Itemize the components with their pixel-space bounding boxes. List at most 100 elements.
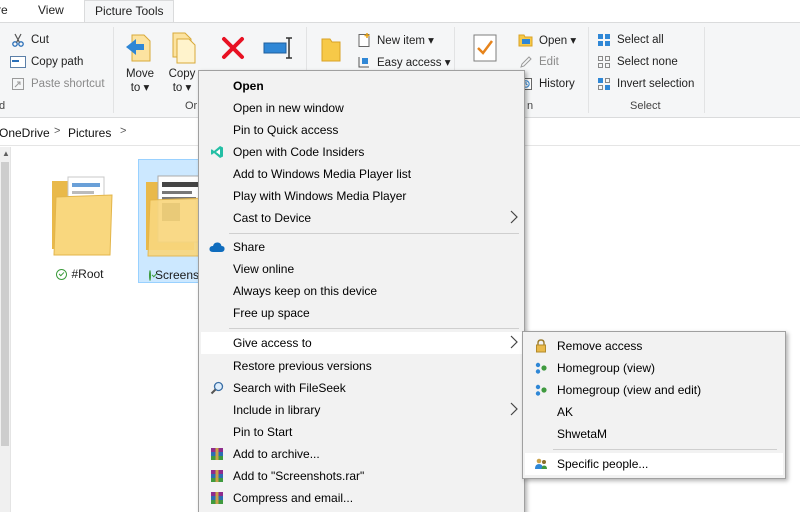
organize-group-label: Or [185,100,198,112]
submenu-item-user-ak[interactable]: AK [525,401,783,423]
tab-share[interactable]: re [0,3,8,17]
winrar-icon [209,446,225,462]
clipboard-group-label: d [0,100,6,112]
invert-selection-icon [596,76,612,92]
easy-access-button[interactable]: Easy access ▾ [356,52,451,72]
menu-item-play-with-wmp[interactable]: Play with Windows Media Player [201,185,522,207]
vertical-scrollbar[interactable]: ▲ [0,147,11,512]
properties-button[interactable] [470,33,500,66]
menu-item-view-online[interactable]: View online [201,258,522,280]
menu-item-label: Always keep on this device [233,284,378,298]
submenu-item-user-shwetam[interactable]: ShwetaM [525,423,783,445]
menu-item-free-up-space[interactable]: Free up space [201,302,522,324]
new-folder-button[interactable] [318,35,344,66]
menu-item-always-keep-on-device[interactable]: Always keep on this device [201,280,522,302]
menu-item-give-access-to[interactable]: Give access to [201,332,522,354]
menu-item-add-to-wmp-list[interactable]: Add to Windows Media Player list [201,163,522,185]
scroll-up-icon[interactable]: ▲ [2,149,10,158]
menu-item-pin-to-quick-access[interactable]: Pin to Quick access [201,119,522,141]
submenu-item-homegroup-view[interactable]: Homegroup (view) [525,357,783,379]
copy-to-label: Copy [168,68,196,80]
menu-item-label: Remove access [557,339,643,353]
menu-item-label: Pin to Quick access [233,123,339,137]
breadcrumb-onedrive[interactable]: OneDrive [0,126,50,140]
new-item-button[interactable]: New item ▾ [356,30,434,50]
menu-item-label: Play with Windows Media Player [233,189,407,203]
copy-to-button[interactable]: Copy to ▾ [164,31,200,94]
copy-to-label-2: to ▾ [172,82,192,94]
submenu-arrow-icon [510,402,518,419]
paste-shortcut-button[interactable]: Paste shortcut [10,74,105,94]
paste-shortcut-icon [10,76,26,92]
menu-item-include-in-library[interactable]: Include in library [201,399,522,421]
folder-item[interactable]: #Root [44,159,116,283]
select-none-button[interactable]: Select none [596,52,678,72]
menu-item-open-with-code-insiders[interactable]: Open with Code Insiders [201,141,522,163]
easy-access-icon [356,54,372,70]
menu-item-label: Cast to Device [233,211,312,225]
submenu-item-specific-people[interactable]: Specific people... [525,453,783,475]
tab-picture-tools[interactable]: Picture Tools [84,0,175,22]
menu-item-add-to-archive[interactable]: Add to archive... [201,443,522,465]
menu-item-label: Homegroup (view) [557,361,656,375]
homegroup-icon [533,382,549,398]
menu-item-open-in-new-window[interactable]: Open in new window [201,97,522,119]
select-none-icon [596,54,612,70]
submenu-arrow-icon [510,210,518,227]
copy-to-icon [172,32,196,64]
file-name: #Root [71,267,104,281]
sync-check-icon [149,269,151,281]
open-button[interactable]: Open ▾ [518,30,576,50]
menu-item-open[interactable]: Open [201,75,522,97]
homegroup-icon [533,360,549,376]
edit-button[interactable]: Edit [518,52,559,72]
vscode-insiders-icon [209,144,225,160]
copy-path-icon [10,54,26,70]
submenu-arrow-icon [510,335,518,352]
cut-button[interactable]: Cut [10,30,49,50]
menu-item-label: Homegroup (view and edit) [557,383,702,397]
select-all-icon [596,32,612,48]
menu-item-label: Add to Windows Media Player list [233,167,412,181]
folder-icon [52,176,113,256]
menu-item-label: Pin to Start [233,425,293,439]
move-to-label-2: to ▾ [130,82,150,94]
menu-separator [229,233,519,234]
menu-item-search-with-fileseek[interactable]: Search with FileSeek [201,377,522,399]
move-to-button[interactable]: Move to ▾ [120,31,160,94]
menu-item-label: Restore previous versions [233,359,372,373]
tab-view[interactable]: View [38,3,64,17]
select-all-button[interactable]: Select all [596,30,664,50]
submenu-item-remove-access[interactable]: Remove access [525,335,783,357]
menu-item-share[interactable]: Share [201,236,522,258]
scrollbar-thumb[interactable] [1,162,9,446]
chevron-right-icon[interactable]: > [120,125,126,137]
copy-path-label: Copy path [31,56,84,68]
breadcrumb-pictures[interactable]: Pictures [68,126,111,140]
chevron-right-icon[interactable]: > [54,125,60,137]
delete-button[interactable] [218,35,248,64]
open-label: Open ▾ [539,35,577,47]
people-icon [533,456,549,472]
winrar-icon [209,490,225,506]
history-button[interactable]: History [518,74,575,94]
menu-item-label: Share [233,240,266,254]
menu-item-label: Open [233,79,264,93]
menu-item-compress-and-email[interactable]: Compress and email... [201,487,522,509]
rename-button[interactable] [262,35,296,64]
menu-item-cast-to-device[interactable]: Cast to Device [201,207,522,229]
ribbon-tabs: re View Picture Tools [0,0,800,22]
submenu-item-homegroup-view-edit[interactable]: Homegroup (view and edit) [525,379,783,401]
ribbon-separator [704,27,705,113]
history-label: History [539,78,575,90]
menu-item-add-to-screenshots-rar[interactable]: Add to "Screenshots.rar" [201,465,522,487]
menu-item-pin-to-start[interactable]: Pin to Start [201,421,522,443]
copy-path-button[interactable]: Copy path [10,52,83,72]
menu-separator [229,328,519,329]
new-folder-icon [321,38,341,62]
easy-access-label: Easy access ▾ [377,57,451,69]
invert-selection-button[interactable]: Invert selection [596,74,694,94]
edit-label: Edit [539,56,559,68]
menu-item-restore-previous-versions[interactable]: Restore previous versions [201,355,522,377]
context-menu: Open Open in new window Pin to Quick acc… [198,70,525,512]
